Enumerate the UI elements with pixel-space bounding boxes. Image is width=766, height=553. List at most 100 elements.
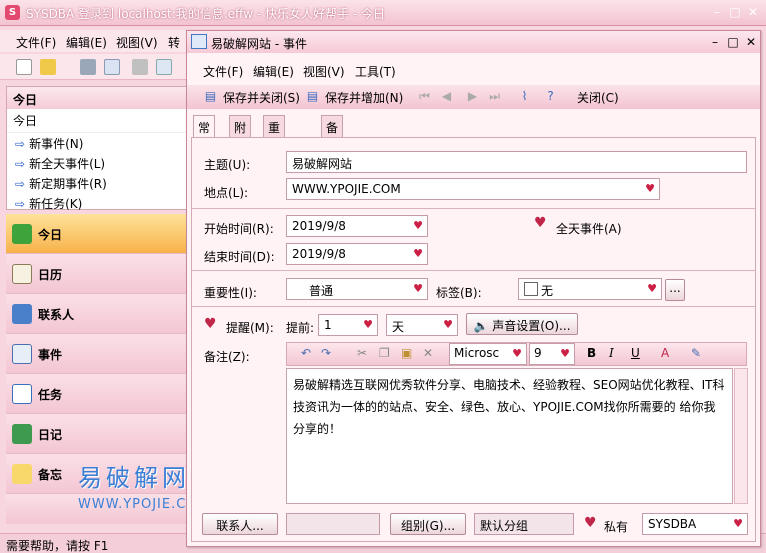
menu-edit[interactable]: 编辑(E)	[66, 34, 107, 51]
paste-icon[interactable]: ▣	[401, 346, 412, 360]
nav-tasks[interactable]: 任务	[6, 374, 188, 414]
group-field[interactable]: 默认分组	[474, 513, 574, 535]
heart-dropdown-icon[interactable]: ♥	[443, 318, 453, 331]
underline-icon[interactable]: U	[631, 346, 640, 360]
home-icon	[12, 224, 32, 244]
calendar-icon	[191, 34, 207, 49]
heart-dropdown-icon[interactable]: ♥	[413, 282, 423, 295]
new-recurring-event-link[interactable]: ⇨ 新定期事件(R)	[7, 173, 187, 193]
events-icon	[12, 344, 32, 364]
tag-select[interactable]: 无 ♥	[518, 278, 662, 300]
nav-diary[interactable]: 日记	[6, 414, 188, 454]
maximize-button[interactable]: □	[726, 4, 744, 20]
nav-calendar[interactable]: 日历	[6, 254, 188, 294]
heart-dropdown-icon[interactable]: ♥	[413, 247, 423, 260]
redo-icon[interactable]: ↷	[321, 346, 331, 360]
owner-select[interactable]: SYSDBA ♥	[642, 513, 748, 535]
dialog-menu-tools[interactable]: 工具(T)	[355, 63, 396, 80]
dialog-maximize-button[interactable]: □	[725, 34, 741, 50]
nav-label: 今日	[38, 228, 63, 242]
save-new-button[interactable]: 保存并增加(N)	[325, 89, 403, 106]
highlight-icon[interactable]: ✎	[691, 346, 701, 360]
minimize-button[interactable]: –	[708, 4, 726, 20]
menu-file[interactable]: 文件(F)	[16, 34, 56, 51]
tab-recurrence[interactable]: 重复周期	[263, 115, 286, 186]
copy-icon[interactable]: ❐	[379, 346, 390, 360]
sound-settings-button[interactable]: 🔈 声音设置(O)...	[466, 313, 578, 335]
heart-dropdown-icon[interactable]: ♥	[512, 347, 522, 360]
open-icon[interactable]	[40, 59, 56, 75]
close-dialog-button[interactable]: 关闭(C)	[577, 89, 619, 106]
dialog-minimize-button[interactable]: –	[707, 34, 723, 50]
cut-icon[interactable]	[132, 59, 148, 75]
new-allday-event-link[interactable]: ⇨ 新全天事件(L)	[7, 153, 187, 173]
heart-dropdown-icon[interactable]: ♥	[560, 347, 570, 360]
copy-icon[interactable]	[156, 59, 172, 75]
menu-view[interactable]: 视图(V)	[116, 34, 158, 51]
new-event-link[interactable]: ⇨ 新事件(N)	[7, 133, 187, 153]
before-amount-value: 1	[324, 318, 332, 332]
tag-more-button[interactable]: ...	[665, 279, 685, 301]
notes-scrollbar[interactable]	[734, 368, 748, 504]
preview-icon[interactable]	[104, 59, 120, 75]
private-checkbox[interactable]: 私有	[604, 518, 628, 535]
new-task-link[interactable]: ⇨ 新任务(K)	[7, 193, 187, 213]
dialog-menu-view[interactable]: 视图(V)	[303, 63, 345, 80]
before-amount-select[interactable]: 1 ♥	[318, 314, 378, 336]
notes-editor[interactable]: 易破解精选互联网优秀软件分享、电脑技术、经验教程、SEO网站优化教程、IT科技资…	[286, 368, 733, 504]
heart-dropdown-icon[interactable]: ♥	[647, 282, 657, 295]
next-record-icon[interactable]: ▶	[465, 89, 480, 104]
attach-icon[interactable]: ⌇	[517, 89, 532, 104]
heart-dropdown-icon[interactable]: ♥	[363, 318, 373, 331]
importance-label: 重要性(I):	[204, 286, 257, 300]
font-name-value: Microsc	[454, 346, 500, 360]
arrow-icon: ⇨	[15, 197, 26, 211]
allday-checkbox[interactable]: 全天事件(A)	[556, 220, 622, 237]
tab-general[interactable]: 常规	[193, 115, 216, 152]
last-record-icon[interactable]: ⏭	[487, 89, 502, 104]
italic-icon[interactable]: I	[609, 346, 614, 360]
importance-select[interactable]: 普通 ♥	[286, 278, 428, 300]
nav-today[interactable]: 今日	[6, 214, 188, 254]
before-unit-select[interactable]: 天 ♥	[386, 314, 458, 336]
dialog-menu-edit[interactable]: 编辑(E)	[253, 63, 294, 80]
delete-icon[interactable]: ✕	[423, 346, 433, 360]
prev-record-icon[interactable]: ◀	[439, 89, 454, 104]
end-date-input[interactable]: 2019/9/8 ♥	[286, 243, 428, 265]
contacts-button[interactable]: 联系人...	[202, 513, 278, 535]
first-record-icon[interactable]: ⏮	[417, 89, 432, 104]
start-date-input[interactable]: 2019/9/8 ♥	[286, 215, 428, 237]
nav-events[interactable]: 事件	[6, 334, 188, 374]
menu-more[interactable]: 转	[168, 34, 180, 51]
heart-dropdown-icon[interactable]: ♥	[413, 219, 423, 232]
nav-contacts[interactable]: 联系人	[6, 294, 188, 334]
new-icon[interactable]	[16, 59, 32, 75]
nav-label: 日记	[38, 428, 63, 442]
heart-dropdown-icon[interactable]: ♥	[645, 182, 655, 195]
close-button[interactable]: ✕	[744, 4, 762, 20]
bold-icon[interactable]: B	[587, 346, 596, 360]
print-icon[interactable]	[80, 59, 96, 75]
dialog-close-button[interactable]: ✕	[743, 34, 759, 50]
dialog-menubar: 文件(F) 编辑(E) 视图(V) 工具(T)	[187, 59, 760, 81]
heart-dropdown-icon[interactable]: ♥	[733, 517, 743, 530]
cut-icon[interactable]: ✂	[357, 346, 367, 360]
link-label: 新定期事件(R)	[29, 177, 107, 191]
location-input[interactable]: WWW.YPOJIE.COM ♥	[286, 178, 660, 200]
tag-color-swatch	[524, 282, 538, 296]
undo-icon[interactable]: ↶	[301, 346, 311, 360]
font-color-icon[interactable]: A	[661, 346, 669, 360]
contacts-field[interactable]	[286, 513, 380, 535]
font-name-select[interactable]: Microsc ♥	[449, 343, 527, 365]
subject-input[interactable]: 易破解网站	[286, 151, 747, 173]
reminder-checkbox[interactable]: 提醒(M):	[226, 319, 274, 336]
group-button[interactable]: 组别(G)...	[390, 513, 466, 535]
tab-notes[interactable]: 备注	[321, 115, 344, 152]
help-icon[interactable]: ?	[543, 89, 558, 104]
font-size-select[interactable]: 9 ♥	[529, 343, 575, 365]
main-toolbar	[0, 54, 190, 80]
dialog-menu-file[interactable]: 文件(F)	[203, 63, 243, 80]
save-close-button[interactable]: 保存并关闭(S)	[223, 89, 300, 106]
tab-attachments[interactable]: 附件	[229, 115, 252, 152]
start-label: 开始时间(R):	[204, 222, 274, 236]
